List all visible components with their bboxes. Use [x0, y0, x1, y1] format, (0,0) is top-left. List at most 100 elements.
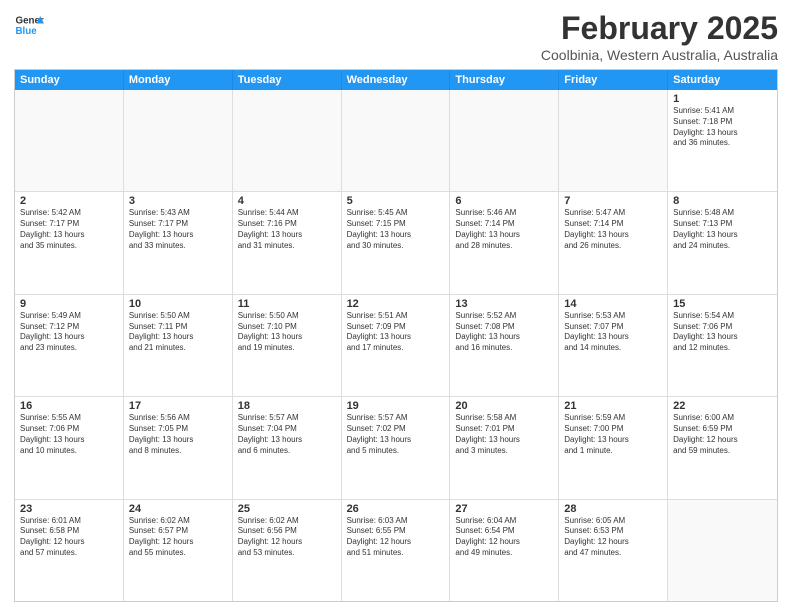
cell-text-line: Daylight: 13 hours — [455, 435, 553, 446]
cell-text-line: and 36 minutes. — [673, 138, 772, 149]
cell-text-line: Daylight: 13 hours — [20, 435, 118, 446]
cell-text-line: Sunrise: 5:44 AM — [238, 208, 336, 219]
cell-text-line: and 23 minutes. — [20, 343, 118, 354]
day-number: 14 — [564, 298, 662, 310]
cal-cell-r2-c3: 4Sunrise: 5:44 AMSunset: 7:16 PMDaylight… — [233, 192, 342, 293]
cell-text-line: Sunrise: 6:05 AM — [564, 516, 662, 527]
cell-text-line: Daylight: 13 hours — [238, 435, 336, 446]
cal-cell-r5-c7 — [668, 500, 777, 601]
cal-cell-r2-c6: 7Sunrise: 5:47 AMSunset: 7:14 PMDaylight… — [559, 192, 668, 293]
title-block: February 2025 Coolbinia, Western Austral… — [541, 10, 778, 63]
cell-text-line: Sunset: 7:18 PM — [673, 117, 772, 128]
cal-cell-r5-c6: 28Sunrise: 6:05 AMSunset: 6:53 PMDayligh… — [559, 500, 668, 601]
cell-text-line: and 14 minutes. — [564, 343, 662, 354]
cal-cell-r3-c3: 11Sunrise: 5:50 AMSunset: 7:10 PMDayligh… — [233, 295, 342, 396]
page: General Blue February 2025 Coolbinia, We… — [0, 0, 792, 612]
calendar-body: 1Sunrise: 5:41 AMSunset: 7:18 PMDaylight… — [15, 90, 777, 601]
cal-cell-r1-c3 — [233, 90, 342, 191]
day-number: 18 — [238, 400, 336, 412]
cal-cell-r2-c5: 6Sunrise: 5:46 AMSunset: 7:14 PMDaylight… — [450, 192, 559, 293]
cell-text-line: Sunset: 7:01 PM — [455, 424, 553, 435]
cell-text-line: and 17 minutes. — [347, 343, 445, 354]
cell-text-line: Daylight: 13 hours — [129, 435, 227, 446]
cell-text-line: Sunrise: 5:47 AM — [564, 208, 662, 219]
cal-cell-r2-c7: 8Sunrise: 5:48 AMSunset: 7:13 PMDaylight… — [668, 192, 777, 293]
cell-text-line: Sunset: 7:07 PM — [564, 322, 662, 333]
cell-text-line: and 8 minutes. — [129, 446, 227, 457]
cell-text-line: and 6 minutes. — [238, 446, 336, 457]
header-wednesday: Wednesday — [342, 70, 451, 90]
day-number: 12 — [347, 298, 445, 310]
day-number: 9 — [20, 298, 118, 310]
cell-text-line: Sunset: 7:14 PM — [455, 219, 553, 230]
cell-text-line: Sunrise: 5:51 AM — [347, 311, 445, 322]
cell-text-line: and 51 minutes. — [347, 548, 445, 559]
day-number: 22 — [673, 400, 772, 412]
cal-cell-r3-c1: 9Sunrise: 5:49 AMSunset: 7:12 PMDaylight… — [15, 295, 124, 396]
cell-text-line: and 21 minutes. — [129, 343, 227, 354]
cell-text-line: Daylight: 13 hours — [455, 230, 553, 241]
day-number: 16 — [20, 400, 118, 412]
cal-cell-r2-c1: 2Sunrise: 5:42 AMSunset: 7:17 PMDaylight… — [15, 192, 124, 293]
cell-text-line: Sunrise: 5:46 AM — [455, 208, 553, 219]
cell-text-line: and 30 minutes. — [347, 241, 445, 252]
header-monday: Monday — [124, 70, 233, 90]
cal-cell-r5-c3: 25Sunrise: 6:02 AMSunset: 6:56 PMDayligh… — [233, 500, 342, 601]
cell-text-line: and 57 minutes. — [20, 548, 118, 559]
cell-text-line: Sunset: 6:53 PM — [564, 526, 662, 537]
cal-cell-r4-c6: 21Sunrise: 5:59 AMSunset: 7:00 PMDayligh… — [559, 397, 668, 498]
cell-text-line: Sunrise: 5:48 AM — [673, 208, 772, 219]
cell-text-line: Sunrise: 5:58 AM — [455, 413, 553, 424]
calendar: Sunday Monday Tuesday Wednesday Thursday… — [14, 69, 778, 602]
cal-row-2: 2Sunrise: 5:42 AMSunset: 7:17 PMDaylight… — [15, 192, 777, 294]
cal-row-3: 9Sunrise: 5:49 AMSunset: 7:12 PMDaylight… — [15, 295, 777, 397]
cell-text-line: Daylight: 13 hours — [238, 332, 336, 343]
cell-text-line: Sunrise: 5:41 AM — [673, 106, 772, 117]
cell-text-line: Daylight: 12 hours — [564, 537, 662, 548]
cell-text-line: Sunrise: 6:02 AM — [238, 516, 336, 527]
cell-text-line: Sunrise: 6:04 AM — [455, 516, 553, 527]
cal-cell-r3-c6: 14Sunrise: 5:53 AMSunset: 7:07 PMDayligh… — [559, 295, 668, 396]
main-title: February 2025 — [541, 10, 778, 47]
logo: General Blue — [14, 10, 44, 40]
cell-text-line: and 16 minutes. — [455, 343, 553, 354]
cal-cell-r4-c5: 20Sunrise: 5:58 AMSunset: 7:01 PMDayligh… — [450, 397, 559, 498]
cell-text-line: and 5 minutes. — [347, 446, 445, 457]
cell-text-line: Sunset: 7:17 PM — [129, 219, 227, 230]
cell-text-line: Sunset: 7:06 PM — [673, 322, 772, 333]
header-tuesday: Tuesday — [233, 70, 342, 90]
cell-text-line: Sunset: 7:00 PM — [564, 424, 662, 435]
cell-text-line: Daylight: 12 hours — [20, 537, 118, 548]
cell-text-line: Daylight: 13 hours — [673, 230, 772, 241]
cell-text-line: Sunset: 7:09 PM — [347, 322, 445, 333]
day-number: 8 — [673, 195, 772, 207]
cell-text-line: Daylight: 13 hours — [673, 128, 772, 139]
cell-text-line: Sunset: 6:58 PM — [20, 526, 118, 537]
cell-text-line: Sunrise: 5:59 AM — [564, 413, 662, 424]
day-number: 26 — [347, 503, 445, 515]
cell-text-line: Sunset: 7:15 PM — [347, 219, 445, 230]
cell-text-line: Sunset: 7:16 PM — [238, 219, 336, 230]
day-number: 6 — [455, 195, 553, 207]
day-number: 7 — [564, 195, 662, 207]
cell-text-line: Daylight: 13 hours — [129, 332, 227, 343]
subtitle: Coolbinia, Western Australia, Australia — [541, 47, 778, 63]
cell-text-line: Daylight: 12 hours — [455, 537, 553, 548]
cell-text-line: Daylight: 13 hours — [20, 332, 118, 343]
day-number: 2 — [20, 195, 118, 207]
cell-text-line: Sunset: 6:54 PM — [455, 526, 553, 537]
cell-text-line: Sunset: 7:13 PM — [673, 219, 772, 230]
cell-text-line: and 53 minutes. — [238, 548, 336, 559]
cell-text-line: Sunrise: 5:56 AM — [129, 413, 227, 424]
cell-text-line: Daylight: 13 hours — [564, 332, 662, 343]
day-number: 21 — [564, 400, 662, 412]
cell-text-line: Sunset: 6:59 PM — [673, 424, 772, 435]
svg-text:Blue: Blue — [16, 26, 38, 37]
cell-text-line: Sunset: 7:11 PM — [129, 322, 227, 333]
cell-text-line: and 55 minutes. — [129, 548, 227, 559]
cell-text-line: Daylight: 13 hours — [20, 230, 118, 241]
calendar-header: Sunday Monday Tuesday Wednesday Thursday… — [15, 70, 777, 90]
cal-cell-r1-c5 — [450, 90, 559, 191]
header-saturday: Saturday — [668, 70, 777, 90]
cell-text-line: Sunset: 7:02 PM — [347, 424, 445, 435]
